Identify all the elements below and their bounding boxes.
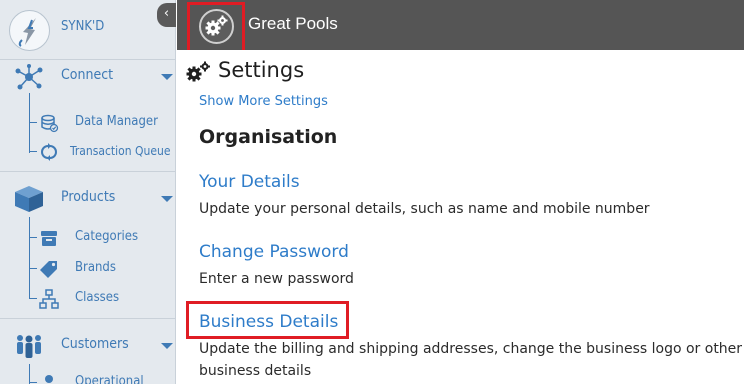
box-icon [12,185,46,213]
sidebar-item-label: Products [61,189,116,205]
sidebar-item-connect[interactable]: Connect [0,61,176,93]
tree-branch [29,298,37,299]
sidebar-item-label: Data Manager [75,114,158,129]
sidebar-section-products: Products Categories Brands Classes [0,183,176,319]
sidebar-item-label: Brands [75,260,116,275]
collapse-sidebar-button[interactable]: ‹ [157,3,176,27]
sidebar-section-customers: Customers Operational [0,330,176,384]
your-details-link[interactable]: Your Details [199,172,300,192]
tree-branch [29,382,37,383]
sidebar-item-label: Categories [75,229,139,244]
sidebar-item-label: Customers [61,336,129,352]
users-icon [12,332,46,360]
network-icon [12,63,46,91]
business-details-description: Update the billing and shipping addresse… [199,341,743,379]
tree-branch [29,237,37,238]
sidebar-item-label: Connect [61,67,114,83]
page-title: Settings [218,58,305,82]
sidebar-item-label: Operational [75,374,144,384]
tree-branch [29,268,37,269]
sidebar-item-data-manager[interactable]: Data Manager [29,110,175,136]
chevron-down-icon[interactable] [161,196,173,202]
top-bar: Great Pools [177,0,744,56]
chevron-down-icon[interactable] [161,343,173,349]
settings-button[interactable] [187,2,245,56]
gears-icon [199,9,234,44]
sitemap-icon [39,289,59,309]
sidebar-item-operational[interactable]: Operational [29,370,169,384]
sidebar-item-transaction-queue[interactable]: Transaction Queue [29,139,175,165]
sidebar-item-brands[interactable]: Brands [29,256,149,282]
chevron-down-icon[interactable] [161,74,173,80]
tag-icon [39,259,59,279]
change-password-description: Enter a new password [199,271,354,287]
brand-logo [9,10,50,51]
sidebar-section-connect: Connect Data Manager Transaction Queue [0,61,176,172]
sidebar-item-products[interactable]: Products [0,183,176,215]
sidebar: SYNK'D ‹ Connect Data Manager Transactio… [0,0,176,384]
brand[interactable]: SYNK'D [0,0,176,60]
section-heading-organisation: Organisation [199,126,338,148]
sidebar-item-customers[interactable]: Customers [0,330,176,362]
business-details-link[interactable]: Business Details [199,312,338,332]
database-icon [39,113,59,133]
sidebar-item-label: Classes [75,290,120,305]
gears-icon [184,60,212,84]
user-icon [39,373,59,384]
sidebar-item-classes[interactable]: Classes [29,286,149,312]
brand-name: SYNK'D [61,19,105,34]
organisation-name: Great Pools [248,14,338,33]
your-details-description: Update your personal details, such as na… [199,201,650,217]
show-more-settings-link[interactable]: Show More Settings [199,94,328,109]
sidebar-item-label: Transaction Queue [70,144,171,158]
sync-icon [39,142,59,162]
settings-panel: Settings Show More Settings Organisation… [177,50,744,384]
change-password-link[interactable]: Change Password [199,242,349,262]
archive-icon [39,228,59,248]
tree-branch [29,122,37,123]
tree-branch [29,151,37,152]
sidebar-item-categories[interactable]: Categories [29,225,149,251]
